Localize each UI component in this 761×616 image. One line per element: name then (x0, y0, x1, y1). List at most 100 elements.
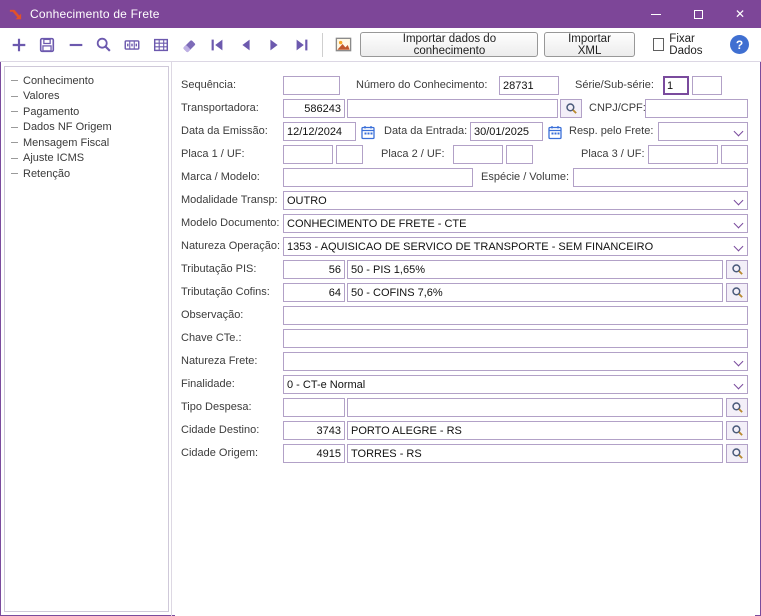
cidade-origem-lookup-button[interactable] (726, 444, 748, 463)
sidebar-item-dados-nf-origem[interactable]: Dados NF Origem (5, 120, 168, 136)
cidade-destino-lookup-button[interactable] (726, 421, 748, 440)
serie-field[interactable]: 1 (663, 76, 689, 95)
natureza-operacao-select[interactable]: 1353 - AQUISICAO DE SERVICO DE TRANSPORT… (283, 237, 748, 256)
nav-next-button[interactable] (263, 32, 285, 57)
subserie-field[interactable] (692, 76, 722, 95)
sidebar-item-pagamento[interactable]: Pagamento (5, 104, 168, 120)
data-emissao-field[interactable]: 12/12/2024 (283, 122, 356, 141)
chave-cte-field[interactable] (283, 329, 748, 348)
maximize-button[interactable] (677, 0, 719, 28)
close-button[interactable]: ✕ (719, 0, 761, 28)
sidebar-item-ajuste-icms[interactable]: Ajuste ICMS (5, 151, 168, 167)
finalidade-select[interactable]: 0 - CT-e Normal (283, 375, 748, 394)
tributacao-pis-lookup-button[interactable] (726, 260, 748, 279)
sidebar-item-conhecimento[interactable]: Conhecimento (5, 73, 168, 89)
sequencia-label: Sequência: (181, 79, 236, 91)
lookup-search-icon (731, 263, 744, 276)
data-entrada-field[interactable]: 30/01/2025 (470, 122, 543, 141)
sidebar-splitter[interactable] (171, 62, 172, 616)
modelo-documento-select[interactable]: CONHECIMENTO DE FRETE - CTE (283, 214, 748, 233)
especie-volume-field[interactable] (573, 168, 748, 187)
sidebar-item-valores[interactable]: Valores (5, 89, 168, 105)
window-title: Conhecimento de Frete (30, 7, 160, 21)
row-observacao: Observação: (175, 306, 755, 325)
tree-node-icon (11, 80, 18, 81)
lookup-search-icon (731, 424, 744, 437)
natureza-frete-label: Natureza Frete: (181, 355, 257, 367)
nav-first-button[interactable] (206, 32, 228, 57)
lookup-search-icon (731, 447, 744, 460)
grid-view-button[interactable] (149, 32, 171, 57)
sequencia-field[interactable] (283, 76, 340, 95)
placa2-label: Placa 2 / UF: (381, 148, 445, 160)
cnpj-cpf-label: CNPJ/CPF: (589, 102, 646, 114)
placa1-field[interactable] (283, 145, 333, 164)
data-entrada-calendar-button[interactable] (545, 123, 565, 141)
sidebar-item-mensagem-fiscal[interactable]: Mensagem Fiscal (5, 135, 168, 151)
tipo-despesa-desc-field[interactable] (347, 398, 723, 417)
calculator-button[interactable] (121, 32, 143, 57)
sidebar-item-label: Dados NF Origem (23, 121, 112, 133)
numero-conhecimento-field[interactable]: 28731 (499, 76, 559, 95)
add-record-button[interactable] (8, 32, 30, 57)
fixar-dados-checkbox[interactable]: Fixar Dados (653, 33, 724, 57)
search-button[interactable] (93, 32, 115, 57)
placa1-uf-field[interactable] (336, 145, 363, 164)
placa3-field[interactable] (648, 145, 718, 164)
observacao-label: Observação: (181, 309, 243, 321)
sidebar-item-retencao[interactable]: Retenção (5, 166, 168, 182)
import-data-button[interactable]: Importar dados do conhecimento (360, 32, 538, 57)
tipo-despesa-lookup-button[interactable] (726, 398, 748, 417)
row-chave-cte: Chave CTe.: (175, 329, 755, 348)
help-button[interactable]: ? (730, 35, 749, 54)
serie-label: Série/Sub-série: (575, 79, 654, 91)
transportadora-lookup-button[interactable] (560, 99, 582, 118)
import-xml-button[interactable]: Importar XML (544, 32, 634, 57)
save-icon (38, 36, 56, 54)
marca-modelo-label: Marca / Modelo: (181, 171, 260, 183)
help-icon: ? (736, 38, 743, 52)
delete-record-button[interactable] (65, 32, 87, 57)
tributacao-cofins-lookup-button[interactable] (726, 283, 748, 302)
placa2-uf-field[interactable] (506, 145, 533, 164)
fixar-dados-label: Fixar Dados (669, 33, 724, 57)
transportadora-code-field[interactable]: 586243 (283, 99, 345, 118)
tributacao-pis-desc-field[interactable]: 50 - PIS 1,65% (347, 260, 723, 279)
transportadora-name-field[interactable] (347, 99, 558, 118)
nav-prev-button[interactable] (234, 32, 256, 57)
close-icon: ✕ (735, 8, 745, 20)
cidade-origem-code-field[interactable]: 4915 (283, 444, 345, 463)
cidade-destino-code-field[interactable]: 3743 (283, 421, 345, 440)
grid-icon (152, 36, 170, 54)
observacao-field[interactable] (283, 306, 748, 325)
cidade-origem-desc-field[interactable]: TORRES - RS (347, 444, 723, 463)
tributacao-cofins-desc-field[interactable]: 50 - COFINS 7,6% (347, 283, 723, 302)
form-area: Sequência: Número do Conhecimento: 28731… (175, 62, 755, 616)
nav-last-icon (293, 36, 311, 54)
tipo-despesa-code-field[interactable] (283, 398, 345, 417)
tributacao-cofins-code-field[interactable]: 64 (283, 283, 345, 302)
plus-icon (10, 36, 28, 54)
tree-node-icon (11, 173, 18, 174)
marca-modelo-field[interactable] (283, 168, 473, 187)
placa3-uf-field[interactable] (721, 145, 748, 164)
sidebar-item-label: Conhecimento (23, 75, 94, 87)
data-emissao-calendar-button[interactable] (358, 123, 378, 141)
clear-button[interactable] (178, 32, 200, 57)
natureza-frete-select[interactable] (283, 352, 748, 371)
cidade-destino-desc-field[interactable]: PORTO ALEGRE - RS (347, 421, 723, 440)
resp-frete-label: Resp. pelo Frete: (569, 125, 653, 137)
tributacao-pis-code-field[interactable]: 56 (283, 260, 345, 279)
cnpj-cpf-field[interactable] (645, 99, 748, 118)
chevron-down-icon (734, 242, 744, 252)
window-controls: ✕ (635, 0, 761, 28)
nav-last-button[interactable] (291, 32, 313, 57)
image-button[interactable] (332, 32, 354, 57)
save-button[interactable] (36, 32, 58, 57)
placa2-field[interactable] (453, 145, 503, 164)
minimize-button[interactable] (635, 0, 677, 28)
modalidade-transp-value: OUTRO (287, 195, 327, 207)
resp-frete-select[interactable] (658, 122, 748, 141)
calendar-icon (361, 125, 376, 140)
modalidade-transp-select[interactable]: OUTRO (283, 191, 748, 210)
